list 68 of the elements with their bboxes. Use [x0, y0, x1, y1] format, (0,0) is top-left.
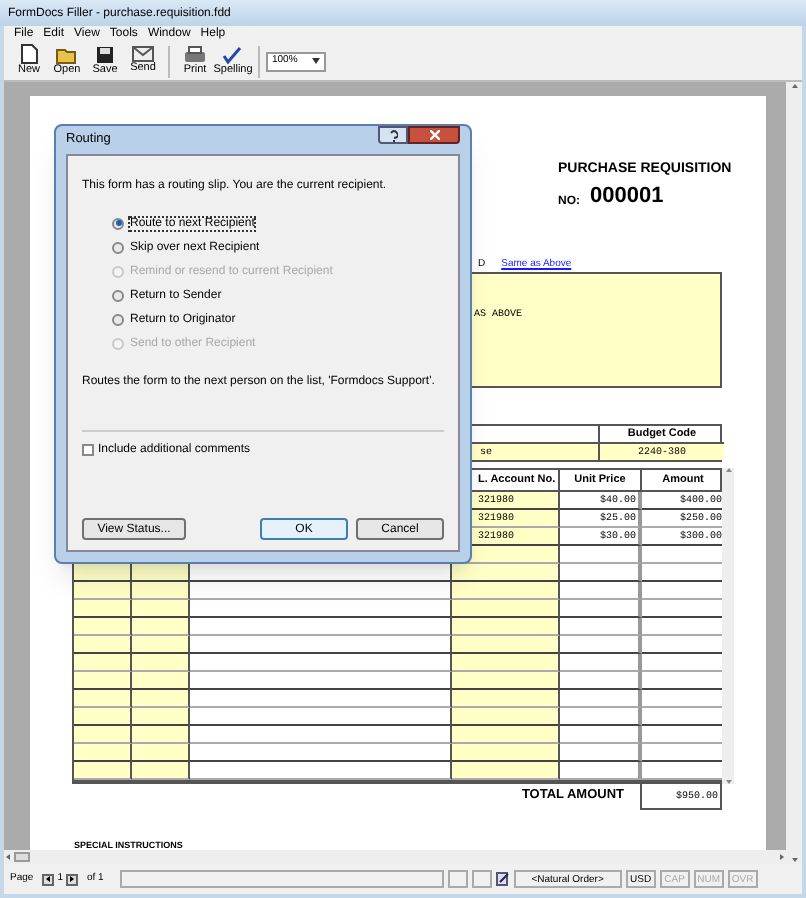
table-cell — [132, 690, 190, 708]
next-page-button[interactable] — [66, 873, 79, 885]
table-cell — [642, 600, 724, 618]
table-cell — [642, 636, 724, 654]
table-cell — [452, 672, 560, 690]
table-cell — [132, 582, 190, 600]
table-cell — [560, 654, 642, 672]
table-cell — [452, 564, 560, 582]
table-cell — [642, 708, 724, 726]
table-cell — [560, 582, 642, 600]
spell-check-icon — [222, 45, 244, 64]
table-cell — [642, 690, 724, 708]
table-cell — [560, 762, 642, 780]
status-panel — [471, 870, 492, 888]
table-cell — [560, 636, 642, 654]
scrollbar-thumb[interactable] — [14, 852, 30, 862]
help-button[interactable] — [378, 126, 408, 144]
printer-icon — [184, 45, 206, 64]
table-cell — [560, 708, 642, 726]
question-mark-icon — [389, 129, 397, 141]
scroll-up-icon — [725, 468, 731, 472]
table-cell — [452, 636, 560, 654]
table-cell — [642, 726, 724, 744]
table-cell — [132, 744, 190, 762]
table-cell — [132, 726, 190, 744]
table-cell — [132, 600, 190, 618]
previous-page-button[interactable] — [41, 873, 54, 885]
table-cell — [132, 618, 190, 636]
table-cell — [560, 726, 642, 744]
table-cell — [452, 582, 560, 600]
close-icon — [429, 130, 439, 140]
table-cell — [132, 708, 190, 726]
table-cell — [452, 744, 560, 762]
table-cell — [560, 546, 642, 564]
table-cell — [560, 618, 642, 636]
table-cell — [132, 564, 190, 582]
table-cell — [452, 654, 560, 672]
scroll-left-icon — [6, 854, 10, 860]
close-button[interactable] — [408, 126, 460, 144]
table-cell — [452, 726, 560, 744]
dropdown-arrow-icon — [312, 58, 320, 64]
table-cell — [560, 600, 642, 618]
right-arrow-icon — [70, 876, 75, 882]
table-cell — [452, 618, 560, 636]
requisition-number: 000001 — [590, 186, 664, 208]
table-cell — [642, 762, 724, 780]
left-arrow-icon — [45, 876, 50, 882]
page-icon — [20, 44, 38, 65]
table-cell — [560, 672, 642, 690]
table-cell — [642, 744, 724, 762]
table-cell — [642, 582, 724, 600]
edit-icon — [495, 872, 510, 886]
table-cell — [132, 672, 190, 690]
table-cell — [642, 564, 724, 582]
table-cell — [452, 690, 560, 708]
table-cell — [560, 744, 642, 762]
table-cell — [452, 708, 560, 726]
table-cell — [642, 618, 724, 636]
scroll-down-icon — [725, 780, 731, 784]
table-cell — [132, 654, 190, 672]
status-panel — [447, 870, 468, 888]
table-cell — [642, 546, 724, 564]
table-cell — [642, 654, 724, 672]
table-cell — [560, 564, 642, 582]
table-cell — [642, 672, 724, 690]
table-cell — [560, 690, 642, 708]
table-cell — [452, 600, 560, 618]
table-cell — [132, 636, 190, 654]
